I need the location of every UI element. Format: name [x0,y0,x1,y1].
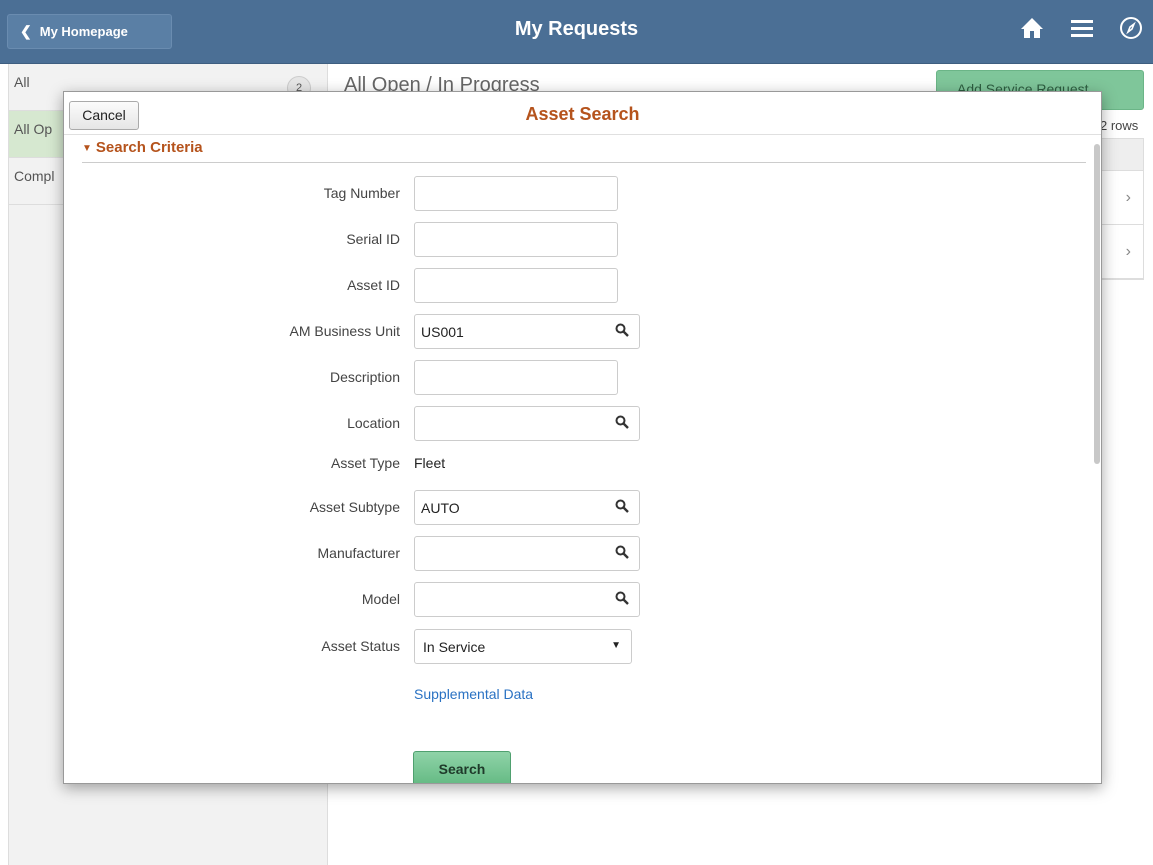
manufacturer-label: Manufacturer [317,545,400,561]
location-input[interactable] [414,406,640,441]
serial-id-input[interactable] [414,222,618,257]
request-table: › › [1100,138,1144,280]
manufacturer-row: Manufacturer [64,536,764,572]
asset-type-value: Fleet [414,455,446,471]
table-row[interactable]: › [1101,225,1143,279]
search-icon[interactable] [615,591,629,608]
business-unit-value: US001 [421,324,464,340]
manufacturer-input[interactable] [414,536,640,571]
serial-id-label: Serial ID [346,231,400,247]
search-icon[interactable] [615,415,629,432]
model-row: Model [64,582,764,618]
page-title: My Requests [514,18,639,40]
asset-type-row: Asset Type Fleet [64,446,764,482]
top-banner: ❮ My Homepage My Requests [0,0,1153,64]
asset-id-label: Asset ID [347,277,400,293]
search-icon[interactable] [615,545,629,562]
chevron-left-icon: ❮ [20,23,32,39]
model-label: Model [361,591,400,607]
section-title: Search Criteria [95,139,203,156]
asset-subtype-row: Asset Subtype AUTO [64,490,764,526]
search-criteria-section-toggle[interactable]: ▼ Search Criteria [82,139,1086,163]
asset-status-value: In Service [423,639,486,655]
asset-type-label: Asset Type [330,455,400,471]
search-button[interactable]: Search [413,751,511,783]
description-label: Description [329,369,400,385]
home-icon[interactable] [1019,16,1045,43]
asset-subtype-value: AUTO [421,500,460,516]
search-icon[interactable] [615,499,629,516]
back-button-label: My Homepage [39,24,128,39]
dropdown-arrow-icon: ▼ [611,640,621,651]
tag-number-input[interactable] [414,176,618,211]
business-unit-label: AM Business Unit [289,323,400,339]
sidebar-item-label: All [14,74,30,90]
serial-id-row: Serial ID [64,222,764,258]
chevron-right-icon: › [1125,189,1131,206]
asset-search-modal: Cancel Asset Search ▼ Search Criteria Tag… [63,91,1102,784]
table-row[interactable]: › [1101,171,1143,225]
rows-count: 2 rows [1100,118,1139,133]
sidebar-item-label: All Op [14,121,53,137]
asset-subtype-label: Asset Subtype [309,499,400,515]
location-row: Location [64,406,764,442]
description-input[interactable] [414,360,618,395]
asset-subtype-input[interactable]: AUTO [414,490,640,525]
triangle-down-icon: ▼ [82,143,92,154]
model-input[interactable] [414,582,640,617]
business-unit-input[interactable]: US001 [414,314,640,349]
supplemental-data-link[interactable]: Supplemental Data [414,686,533,702]
menu-icon[interactable] [1071,19,1093,40]
location-label: Location [347,415,400,431]
modal-title: Asset Search [525,104,640,124]
search-icon[interactable] [615,323,629,340]
asset-id-row: Asset ID [64,268,764,304]
asset-status-select[interactable]: In Service ▼ [414,629,632,664]
asset-status-row: Asset Status In Service ▼ [64,629,764,665]
modal-header: Cancel Asset Search [64,92,1101,135]
sidebar-item-label: Compl [14,168,55,184]
tag-number-row: Tag Number [64,176,764,212]
table-header [1101,139,1143,171]
back-to-homepage-button[interactable]: ❮ My Homepage [7,14,172,49]
description-row: Description [64,360,764,396]
cancel-button[interactable]: Cancel [69,101,139,130]
navbar-icon[interactable] [1119,16,1143,43]
tag-number-label: Tag Number [323,185,400,201]
modal-scrollbar[interactable] [1094,144,1100,464]
asset-status-label: Asset Status [321,638,400,654]
business-unit-row: AM Business Unit US001 [64,314,764,350]
asset-id-input[interactable] [414,268,618,303]
chevron-right-icon: › [1125,243,1131,260]
